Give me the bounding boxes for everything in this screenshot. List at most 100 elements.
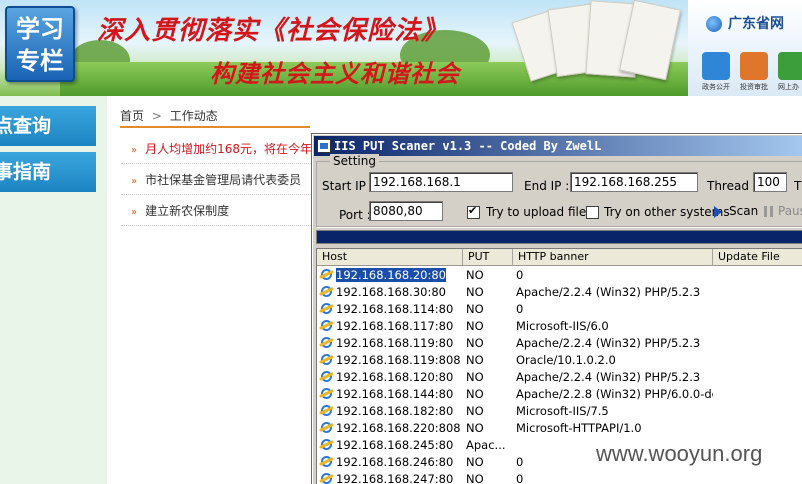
- try-upload-checkbox[interactable]: [467, 204, 480, 219]
- study-badge-line1: 学习: [16, 14, 64, 43]
- ie-globe-icon: [320, 455, 334, 468]
- http-banner-cell: Apache/2.2.4 (Win32) PHP/5.2.3: [516, 336, 701, 350]
- put-cell: NO: [466, 336, 484, 350]
- update-file-cell: [713, 369, 802, 386]
- ie-globe-icon: [320, 353, 334, 366]
- host-value: 192.168.168.247:80: [336, 472, 454, 484]
- end-ip-input[interactable]: 192.168.168.255: [570, 172, 698, 192]
- news-item[interactable]: » 建立新农保制度: [121, 196, 311, 226]
- guangdong-portal-title: 广东省网: [728, 16, 784, 32]
- put-cell: NO: [466, 387, 484, 401]
- banner-slogan-2: 构建社会主义和谐社会: [210, 59, 460, 88]
- scan-play-icon[interactable]: [714, 206, 722, 218]
- ie-globe-icon: [320, 370, 334, 383]
- port-input[interactable]: 8080,80: [369, 201, 443, 221]
- host-cell: 192.168.168.144:80: [317, 386, 461, 403]
- host-value: 192.168.168.120:80: [336, 370, 454, 384]
- column-header-put[interactable]: PUT: [463, 249, 513, 266]
- host-cell: 192.168.168.114:80: [317, 301, 461, 318]
- gd-icon-label: 政务公开: [702, 83, 730, 91]
- ie-globe-icon: [320, 285, 334, 298]
- pause-icon[interactable]: [764, 206, 773, 217]
- update-file-cell: [713, 335, 802, 352]
- try-other-systems-checkbox[interactable]: [586, 206, 599, 219]
- host-value: 192.168.168.246:80: [336, 455, 454, 469]
- ie-globe-icon: [320, 268, 334, 281]
- sidebar-item-guide[interactable]: 事指南: [0, 152, 96, 192]
- update-file-cell: [713, 403, 802, 420]
- scan-button[interactable]: Scan: [729, 204, 758, 218]
- host-cell: 192.168.168.30:80: [317, 284, 461, 301]
- ie-globe-icon: [320, 302, 334, 315]
- put-cell: Apac...: [466, 438, 506, 452]
- host-value: 192.168.168.245:80: [336, 438, 454, 452]
- table-row[interactable]: 192.168.168.30:80 NO Apache/2.2.4 (Win32) …: [317, 284, 802, 301]
- start-ip-input[interactable]: 192.168.168.1: [369, 172, 513, 192]
- watermark-text: www.wooyun.org: [596, 441, 763, 466]
- http-banner-cell: Apache/2.2.4 (Win32) PHP/5.2.3: [516, 285, 701, 299]
- try-upload-label: Try to upload file: [486, 205, 587, 219]
- host-cell: 192.168.168.247:80: [317, 471, 461, 484]
- update-file-cell: [713, 284, 802, 301]
- ie-globe-icon: [320, 336, 334, 349]
- update-file-cell: [713, 420, 802, 437]
- sidebar-item-label: 指南: [13, 161, 52, 183]
- http-banner-cell: Microsoft-IIS/6.0: [516, 319, 609, 333]
- ie-globe-icon: [320, 421, 334, 434]
- update-file-cell: [713, 386, 802, 403]
- port-label: Port :: [339, 208, 371, 222]
- sidebar-item-query[interactable]: 点查询: [0, 106, 96, 146]
- scan-progress-bar: [316, 230, 802, 244]
- put-cell: NO: [466, 302, 484, 316]
- host-cell: 192.168.168.119:80: [317, 335, 461, 352]
- host-cell: 192.168.168.245:80: [317, 437, 461, 454]
- table-row[interactable]: 192.168.168.20:80 NO 0: [317, 267, 802, 284]
- guangdong-portal-panel[interactable]: 广东省网 政务公开 投资审批 网上办: [688, 0, 802, 96]
- column-header-http-banner[interactable]: HTTP banner: [513, 249, 713, 266]
- breadcrumb-separator: >: [151, 109, 162, 123]
- news-item[interactable]: » 市社保基金管理局请代表委员: [121, 165, 311, 195]
- table-row[interactable]: 192.168.168.119:8080 NO Oracle/10.1.0.2.0: [317, 352, 802, 369]
- column-header-update-file[interactable]: Update File: [713, 249, 802, 266]
- host-cell: 192.168.168.120:80: [317, 369, 461, 386]
- table-row[interactable]: 192.168.168.114:80 NO 0: [317, 301, 802, 318]
- table-row[interactable]: 192.168.168.120:80 NO Apache/2.2.4 (Win32)…: [317, 369, 802, 386]
- update-file-cell: [713, 301, 802, 318]
- column-header-host[interactable]: Host: [317, 249, 463, 266]
- host-value: 192.168.168.117:80: [336, 319, 454, 333]
- news-item[interactable]: » 月人均增加约168元，将在今年: [121, 134, 311, 164]
- person-icon[interactable]: [778, 52, 802, 80]
- host-cell: 192.168.168.220:8080: [317, 420, 461, 437]
- put-cell: NO: [466, 370, 484, 384]
- table-row[interactable]: 192.168.168.144:80 NO Apache/2.2.8 (Win32)…: [317, 386, 802, 403]
- pause-button[interactable]: Paus: [778, 204, 802, 218]
- host-cell: 192.168.168.246:80: [317, 454, 461, 471]
- put-cell: NO: [466, 319, 484, 333]
- banner-slogan-1: 深入贯彻落实《社会保险法》: [97, 16, 449, 46]
- setting-group-label: Setting: [330, 154, 379, 168]
- update-file-cell: [713, 471, 802, 484]
- ie-globe-icon: [320, 319, 334, 332]
- table-row[interactable]: 192.168.168.182:80 NO Microsoft-IIS/7.5: [317, 403, 802, 420]
- table-row[interactable]: 192.168.168.119:80 NO Apache/2.2.4 (Win32)…: [317, 335, 802, 352]
- breadcrumb: 首页 > 工作动态: [120, 107, 218, 124]
- breadcrumb-home-link[interactable]: 首页: [120, 109, 144, 123]
- try-other-systems-label: Try on other systems: [604, 205, 730, 219]
- table-row[interactable]: 192.168.168.117:80 NO Microsoft-IIS/6.0: [317, 318, 802, 335]
- iis-put-scanner-window[interactable]: IIS PUT Scaner v1.3 -- Coded By ZwelL Se…: [311, 133, 802, 484]
- update-file-cell: [713, 267, 802, 284]
- person-icon[interactable]: [740, 52, 768, 80]
- thread-input[interactable]: 100: [753, 172, 787, 192]
- window-titlebar[interactable]: IIS PUT Scaner v1.3 -- Coded By ZwelL: [314, 136, 802, 156]
- start-ip-label: Start IP :: [322, 179, 374, 193]
- ie-globe-icon: [320, 387, 334, 400]
- table-row[interactable]: 192.168.168.247:80 NO 0: [317, 471, 802, 484]
- document-icon[interactable]: [702, 52, 730, 80]
- http-banner-cell: Apache/2.2.4 (Win32) PHP/5.2.3: [516, 370, 701, 384]
- table-row[interactable]: 192.168.168.220:8080 NO Microsoft-HTTPAPI/…: [317, 420, 802, 437]
- put-cell: NO: [466, 285, 484, 299]
- study-column-badge[interactable]: 学习 专栏: [5, 6, 75, 82]
- put-cell: NO: [466, 472, 484, 484]
- news-item-title: 市社保基金管理局请代表委员: [145, 173, 302, 187]
- host-value: 192.168.168.182:80: [336, 404, 454, 418]
